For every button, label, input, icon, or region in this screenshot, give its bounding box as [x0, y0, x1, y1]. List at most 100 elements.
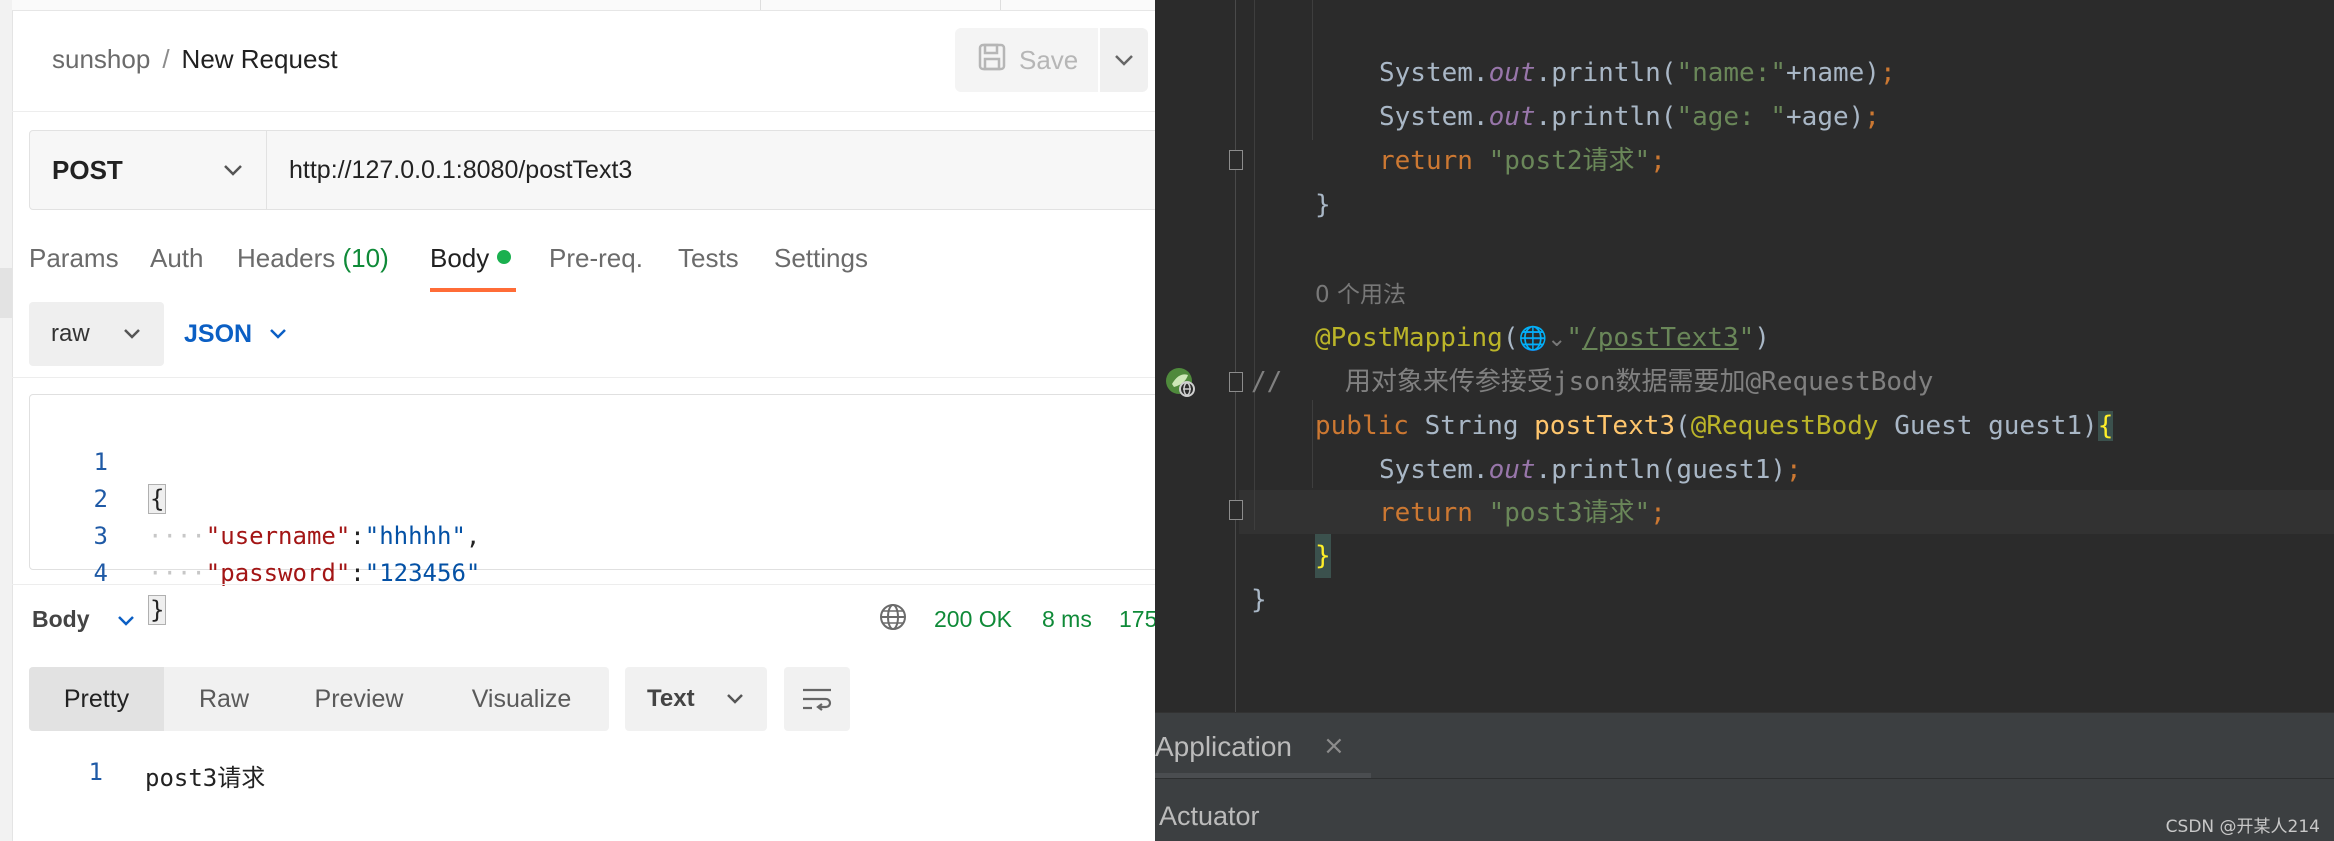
- fold-marker[interactable]: [1229, 500, 1243, 520]
- response-size[interactable]: 175: [1119, 606, 1155, 633]
- token-semicolon: ;: [1879, 58, 1896, 88]
- tab-params[interactable]: Params: [29, 243, 119, 274]
- chevron-down-icon: [270, 329, 286, 339]
- code-text: ····"password":"123456": [148, 555, 480, 592]
- code-text[interactable]: }: [1251, 578, 1267, 622]
- token-string: "post2请求": [1488, 146, 1651, 176]
- usage-hint[interactable]: 0 个用法: [1315, 273, 1406, 317]
- token-field: out: [1488, 102, 1536, 132]
- json-value: "123456": [364, 559, 481, 587]
- headers-count: (10): [342, 243, 389, 273]
- view-visualize[interactable]: Visualize: [434, 667, 609, 731]
- tab-settings[interactable]: Settings: [774, 243, 868, 274]
- tab-divider: [760, 0, 761, 10]
- method-value: POST: [52, 154, 123, 185]
- response-time[interactable]: 8 ms: [1042, 606, 1092, 633]
- save-options-button[interactable]: [1100, 28, 1148, 92]
- line-number: 1: [88, 758, 103, 786]
- globe-icon[interactable]: [877, 601, 909, 639]
- code-text[interactable]: System.out.println("age: "+age);: [1379, 95, 1880, 139]
- code-line: public String postText3(@RequestBody Gue…: [1155, 360, 2114, 441]
- status-code[interactable]: 200 OK: [934, 606, 1012, 633]
- token-url-path[interactable]: /postText3: [1582, 323, 1739, 353]
- response-format-select[interactable]: Text: [625, 667, 767, 731]
- endpoint-hint-icon[interactable]: 🌐⌄: [1519, 326, 1567, 352]
- token-class: System.: [1379, 455, 1489, 485]
- tab-body[interactable]: Body: [430, 243, 512, 274]
- code-text[interactable]: @PostMapping(🌐⌄"/postText3"): [1315, 316, 1770, 361]
- code-text: }: [148, 592, 167, 629]
- json-colon: :: [350, 559, 365, 587]
- token-brace: {: [2097, 411, 2114, 441]
- body-mode-value: raw: [51, 320, 90, 347]
- fold-marker[interactable]: [1229, 372, 1243, 392]
- tab-prereq[interactable]: Pre-req.: [549, 243, 643, 274]
- code-text[interactable]: System.out.println(guest1);: [1379, 448, 1802, 492]
- tab-tests[interactable]: Tests: [678, 243, 739, 274]
- token-params: Guest guest1): [1878, 411, 2098, 441]
- view-preview[interactable]: Preview: [284, 667, 434, 731]
- tool-window-panel: Actuator CSDN @开某人214: [1155, 778, 2334, 841]
- token-annotation: @PostMapping: [1315, 323, 1503, 353]
- token-keyword: public: [1315, 411, 1425, 441]
- token-type: String: [1424, 411, 1535, 441]
- token-semicolon: ;: [1650, 498, 1666, 528]
- body-mode-select[interactable]: raw: [29, 302, 164, 366]
- view-raw[interactable]: Raw: [164, 667, 284, 731]
- view-pretty[interactable]: Pretty: [29, 667, 164, 731]
- url-input[interactable]: http://127.0.0.1:8080/postText3: [266, 130, 1155, 210]
- indent-guide: [1312, 400, 1313, 488]
- body-indicator-dot: [497, 250, 512, 264]
- tab-auth[interactable]: Auth: [150, 243, 204, 274]
- json-colon: :: [350, 522, 365, 550]
- code-line: }: [1155, 490, 1331, 578]
- code-text[interactable]: System.out.println("name:"+name);: [1379, 51, 1896, 95]
- code-line: }: [1155, 139, 1331, 220]
- request-body-editor[interactable]: 1 { 2 ····"username":"hhhhh", 3 ····"pas…: [29, 394, 1155, 625]
- actuator-label[interactable]: Actuator: [1159, 801, 1260, 832]
- response-title[interactable]: Body: [32, 606, 90, 633]
- request-name[interactable]: New Request: [182, 44, 338, 74]
- chevron-down-icon: [727, 694, 743, 704]
- response-body-line: 1 post3请求: [0, 752, 1155, 792]
- code-text[interactable]: public String postText3(@RequestBody Gue…: [1315, 404, 2114, 448]
- code-comment[interactable]: // 用对象来传参接受json数据需要加@RequestBody: [1251, 360, 1933, 404]
- code-text: ····"username":"hhhhh",: [148, 518, 480, 555]
- chevron-down-icon[interactable]: [116, 606, 136, 633]
- response-text[interactable]: post3请求: [145, 758, 265, 793]
- active-tab-indicator: [430, 288, 516, 292]
- code-text[interactable]: return "post3请求";: [1379, 491, 1666, 535]
- fold-marker[interactable]: [1229, 150, 1243, 170]
- token-semicolon: ;: [1650, 146, 1666, 176]
- brace-token: {: [148, 484, 167, 514]
- brace-token: }: [148, 595, 167, 625]
- code-text[interactable]: }: [1315, 183, 1331, 227]
- url-value: http://127.0.0.1:8080/postText3: [289, 155, 633, 184]
- method-select[interactable]: POST: [29, 130, 267, 210]
- code-line: 1 {: [30, 407, 167, 514]
- token-call: .println(: [1535, 58, 1677, 88]
- json-key: "password": [205, 559, 351, 587]
- token-paren: ): [1754, 323, 1770, 353]
- close-icon[interactable]: ×: [1323, 731, 1345, 761]
- tab-headers-label: Headers: [237, 243, 336, 273]
- body-format-select[interactable]: JSON: [184, 302, 314, 366]
- save-label: Save: [1019, 44, 1079, 75]
- response-format-value: Text: [647, 685, 695, 712]
- indent-guide: [1312, 0, 1313, 140]
- tab-headers[interactable]: Headers (10): [237, 243, 389, 274]
- code-text[interactable]: return "post2请求";: [1379, 139, 1666, 183]
- wrap-lines-button[interactable]: [784, 667, 850, 731]
- token-class: System.: [1379, 102, 1489, 132]
- code-text[interactable]: }: [1315, 534, 1331, 578]
- ide-panel: System.out.println("name:"+name); System…: [1155, 0, 2334, 841]
- token-paren: (: [1502, 323, 1519, 353]
- tab-application[interactable]: Application: [1155, 731, 1292, 763]
- sidebar-marker: [0, 268, 12, 318]
- save-button[interactable]: Save: [955, 28, 1098, 92]
- code-text: {: [148, 481, 167, 518]
- save-icon: [977, 42, 1007, 79]
- breadcrumb-separator: /: [162, 44, 170, 74]
- breadcrumb-collection[interactable]: sunshop: [52, 44, 150, 74]
- code-line: return "post3请求";: [1155, 447, 1666, 528]
